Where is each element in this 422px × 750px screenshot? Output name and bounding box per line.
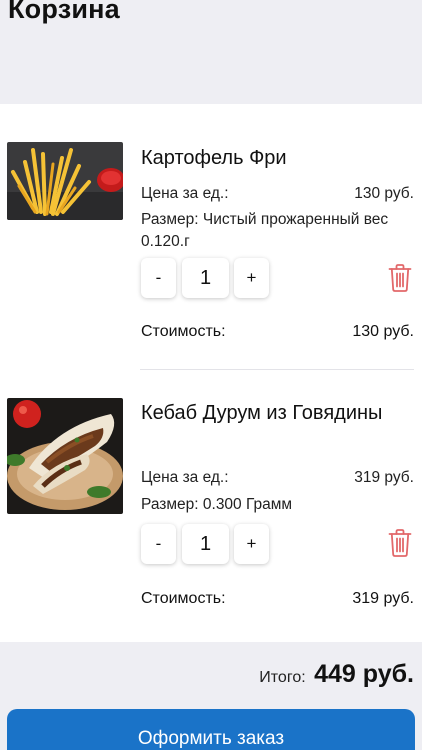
cost-value: 130 руб. <box>352 323 414 340</box>
page-title: Корзина <box>8 0 120 24</box>
increase-button[interactable]: + <box>234 258 269 298</box>
item-size: Размер: 0.300 Грамм <box>141 496 293 513</box>
unit-price-label: Цена за ед.: <box>141 469 229 486</box>
trash-icon[interactable] <box>388 263 412 293</box>
increase-button[interactable]: + <box>234 524 269 564</box>
unit-price-label: Цена за ед.: <box>141 185 229 202</box>
decrease-button[interactable]: - <box>141 524 176 564</box>
cost-label: Стоимость: <box>141 323 226 340</box>
cart-item-fries: Картофель Фри Цена за ед.: 130 руб. Разм… <box>0 104 422 370</box>
quantity-value[interactable]: 1 <box>182 258 229 298</box>
item-name: Кебаб Дурум из Говядины <box>141 402 383 424</box>
cart-screen: Корзина Картофель Фри Цена за ед.: 130 р… <box>0 0 422 750</box>
unit-price-value: 319 руб. <box>354 469 414 486</box>
kebab-image <box>7 398 123 514</box>
checkout-button[interactable]: Оформить заказ <box>7 709 415 750</box>
quantity-value[interactable]: 1 <box>182 524 229 564</box>
item-name: Картофель Фри <box>141 147 287 169</box>
decrease-button[interactable]: - <box>141 258 176 298</box>
unit-price-value: 130 руб. <box>354 185 414 202</box>
cart-item-kebab: Кебаб Дурум из Говядины Цена за ед.: 319… <box>0 370 422 642</box>
item-size: Размер: Чистый прожаренный вес 0.120.г <box>141 211 389 250</box>
cost-value: 319 руб. <box>352 590 414 607</box>
fries-image <box>7 142 123 220</box>
trash-icon[interactable] <box>388 528 412 558</box>
cart-list: Картофель Фри Цена за ед.: 130 руб. Разм… <box>0 104 422 642</box>
cost-label: Стоимость: <box>141 590 226 607</box>
total-amount: 449 руб. <box>314 660 414 688</box>
header: Корзина <box>0 0 422 104</box>
order-total: Итого: 449 руб. <box>259 660 414 689</box>
total-label: Итого: <box>259 669 306 686</box>
